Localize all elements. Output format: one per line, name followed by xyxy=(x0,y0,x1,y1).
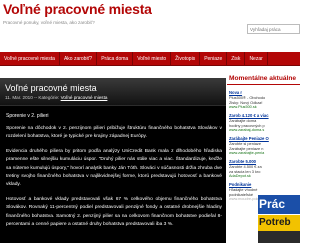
nav-item-peniaze[interactable]: Peniaze xyxy=(200,52,228,66)
post-meta-separator: -- Kategórie: xyxy=(32,95,61,100)
post: Voľné pracovné miesta 11. Mar. 2010 -- K… xyxy=(0,78,226,243)
post-paragraph: Hotovosť a bankové vklady predstavovali … xyxy=(6,196,222,228)
post-section-heading: Sporenie v 2. pilieri xyxy=(6,113,49,119)
post-header: Voľné pracovné miesta 11. Mar. 2010 -- K… xyxy=(0,78,226,106)
nav-item-praca-doma[interactable]: Práca doma xyxy=(97,52,134,66)
nav-item-volne-miesto[interactable]: Voľné miesto xyxy=(133,52,172,66)
search-input[interactable] xyxy=(247,24,300,34)
ad-url[interactable]: www.zarabaj-doma.s xyxy=(229,128,299,133)
sidebar-title: Momentálne aktuálne xyxy=(229,75,297,82)
post-meta: 11. Mar. 2010 -- Kategórie: Voľné pracov… xyxy=(5,95,221,100)
post-paragraph: Sporenie na dôchodok v 2. penzijnom pili… xyxy=(6,126,222,140)
post-date: 11. Mar. 2010 xyxy=(5,95,33,100)
main-navigation: Voľné pracovné miesta Ako zarobiť? Práca… xyxy=(0,52,300,66)
ad-banner-footer xyxy=(258,231,300,243)
ad-banner-subtext: Potreb xyxy=(259,217,291,228)
post-body: Sporenie v 2. pilieri Sporenie na dôchod… xyxy=(0,106,226,229)
ad-banner-text: Prác xyxy=(258,195,300,214)
post-title[interactable]: Voľné pracovné miesta xyxy=(5,83,221,93)
post-paragraph: Evidencia druhého piliera by pritom podľ… xyxy=(6,148,222,188)
site-title[interactable]: Voľné pracovné miesta xyxy=(3,1,152,17)
ad-url[interactable]: www.zarabajte-penia xyxy=(229,151,299,156)
nav-item-zivotopis[interactable]: Životopis xyxy=(171,52,201,66)
site-tagline: Pracovné ponuky, voľné miesta, ako zarob… xyxy=(3,20,95,25)
ad-banner[interactable]: Prác Potreb xyxy=(258,193,300,243)
nav-item-zisk[interactable]: Zisk xyxy=(227,52,246,66)
nav-item-ako-zarobit[interactable]: Ako zarobiť? xyxy=(60,52,98,66)
ad-list: Nova r Plus500® - Obchodo Zisky: Nový Od… xyxy=(227,85,300,202)
nav-item-nezar[interactable]: Nezar xyxy=(245,52,268,66)
ad-url[interactable]: www.Plus500.sk xyxy=(229,105,299,110)
ad-url[interactable]: AdaDepot.sk xyxy=(229,174,299,179)
post-category-link[interactable]: Voľné pracovné miesta xyxy=(61,95,108,100)
nav-item-volne-pracovne-miesta[interactable]: Voľné pracovné miesta xyxy=(0,52,60,66)
